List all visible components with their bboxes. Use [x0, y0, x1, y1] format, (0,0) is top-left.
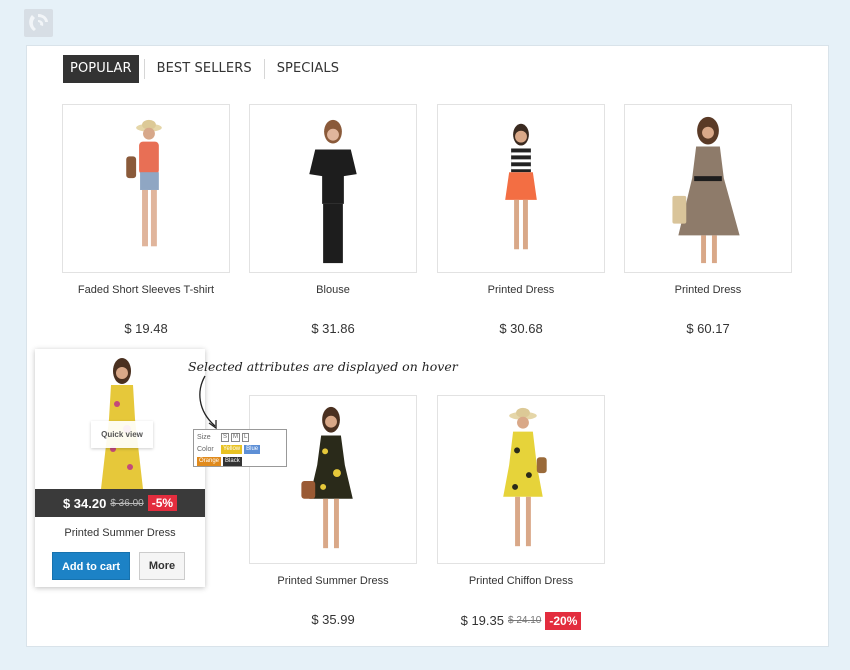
tab-specials[interactable]: SPECIALS [270, 55, 346, 83]
old-price: $ 36.00 [110, 497, 144, 509]
product-price: $ 60.17 [624, 321, 792, 337]
price-value: $ 35.99 [311, 612, 355, 627]
color-swatch-orange[interactable]: Orange [197, 457, 222, 466]
price-value: $ 31.86 [311, 321, 355, 336]
price-value: $ 19.35 [460, 613, 504, 628]
product-card[interactable]: Faded Short Sleeves T-shirt $ 19.48 [62, 104, 230, 337]
product-name[interactable]: Faded Short Sleeves T-shirt [62, 283, 230, 297]
color-swatch-black[interactable]: Black [223, 457, 242, 466]
color-row: Orange Black [197, 456, 283, 467]
size-label: Size [197, 434, 211, 441]
product-card[interactable]: Printed Dress $ 60.17 [624, 104, 792, 337]
discount-badge: -5% [147, 495, 178, 511]
product-name[interactable]: Printed Summer Dress [249, 574, 417, 588]
price-value: $ 30.68 [499, 321, 543, 336]
product-name[interactable]: Printed Summer Dress [35, 526, 205, 540]
product-name[interactable]: Printed Chiffon Dress [437, 574, 605, 588]
color-swatch-blue[interactable]: Blue [244, 445, 261, 454]
size-option[interactable]: L [242, 433, 250, 442]
tab-popular[interactable]: POPULAR [63, 55, 139, 83]
product-name[interactable]: Printed Dress [437, 283, 605, 297]
product-image[interactable] [624, 104, 792, 273]
price-bar: $ 34.20 $ 36.00 -5% [35, 489, 205, 517]
annotation-arrow-icon [199, 375, 217, 430]
color-swatch-yellow[interactable]: Yellow [221, 445, 243, 454]
product-price: $ 19.35 $ 24.10 -20% [437, 612, 605, 630]
site-logo[interactable] [24, 9, 53, 37]
annotation-text: Selected attributes are displayed on hov… [188, 359, 458, 374]
size-option[interactable]: S [221, 433, 230, 442]
product-price: $ 30.68 [437, 321, 605, 337]
product-name[interactable]: Printed Dress [624, 283, 792, 297]
product-image[interactable]: Quick view [35, 349, 205, 489]
add-to-cart-button[interactable]: Add to cart [52, 552, 130, 580]
product-price: $ 31.86 [249, 321, 417, 337]
more-button[interactable]: More [139, 552, 185, 580]
price-value: $ 34.20 [62, 495, 107, 511]
price-value: $ 60.17 [686, 321, 730, 336]
size-option[interactable]: M [231, 433, 241, 442]
product-card[interactable]: Printed Dress $ 30.68 [437, 104, 605, 337]
product-card[interactable]: Printed Chiffon Dress $ 19.35 $ 24.10 -2… [437, 395, 605, 630]
product-price: $ 19.48 [62, 321, 230, 337]
color-row: Color Yellow Blue [197, 444, 283, 455]
product-price: $ 35.99 [249, 612, 417, 628]
discount-badge: -20% [545, 612, 582, 630]
quick-view-button[interactable]: Quick view [91, 421, 153, 448]
product-image[interactable] [249, 395, 417, 564]
tab-divider [263, 59, 265, 79]
product-image[interactable] [62, 104, 230, 273]
old-price: $ 24.10 [507, 615, 542, 626]
tab-divider [143, 59, 145, 79]
product-image[interactable] [437, 104, 605, 273]
product-card-hover[interactable]: Quick view $ 34.20 $ 36.00 -5% Printed S… [35, 349, 205, 587]
product-name[interactable]: Blouse [249, 283, 417, 297]
color-label: Color [197, 446, 214, 453]
product-image[interactable] [437, 395, 605, 564]
product-card[interactable]: Blouse $ 31.86 [249, 104, 417, 337]
product-tabs: POPULAR BEST SELLERS SPECIALS [63, 55, 346, 83]
price-value: $ 19.48 [124, 321, 168, 336]
size-row: Size S M L [197, 432, 283, 443]
tab-best-sellers[interactable]: BEST SELLERS [150, 55, 259, 83]
product-image[interactable] [249, 104, 417, 273]
attributes-popup: Size S M L Color Yellow Blue Orange Blac… [193, 429, 287, 467]
